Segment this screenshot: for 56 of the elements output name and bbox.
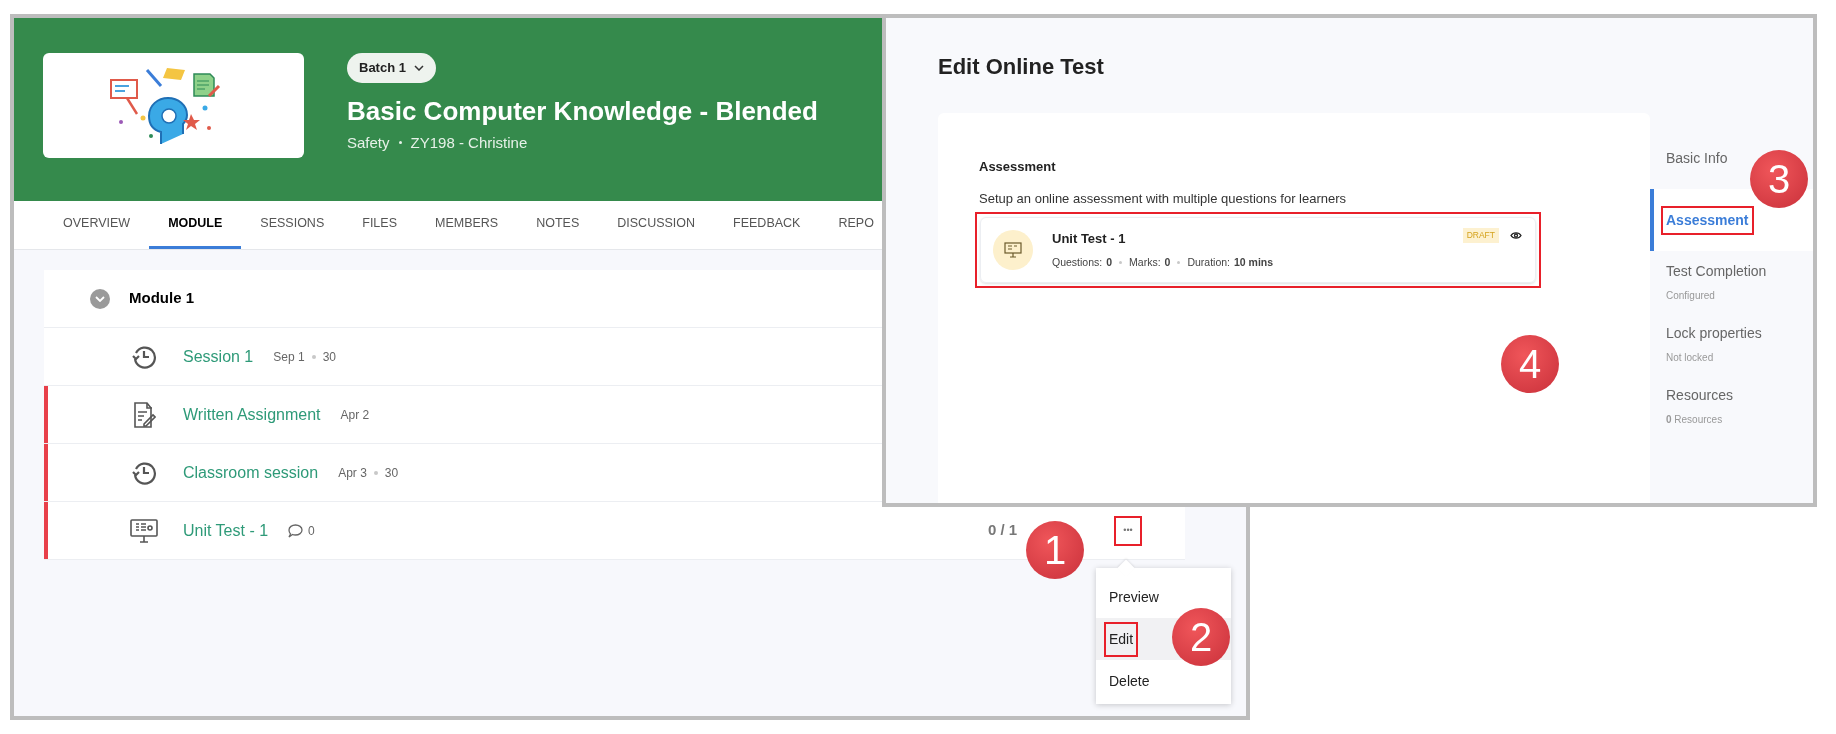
sidebar-item[interactable]: Test Completion bbox=[1666, 261, 1767, 282]
item-title-link[interactable]: Classroom session bbox=[183, 460, 319, 485]
test-stat-label: Questions: bbox=[1052, 254, 1103, 270]
course-subtitle: Safety bbox=[347, 132, 390, 153]
tab[interactable]: MEMBERS bbox=[416, 201, 518, 249]
tab[interactable]: OVERVIEW bbox=[44, 201, 150, 249]
section-title: Assessment bbox=[979, 158, 1057, 176]
more-options-button[interactable]: ••• bbox=[1114, 515, 1142, 546]
monitor-icon bbox=[130, 518, 158, 543]
tab[interactable]: REPO bbox=[819, 201, 874, 249]
tab[interactable]: NOTES bbox=[517, 201, 599, 249]
batch-dropdown[interactable]: Batch 1 bbox=[347, 53, 436, 83]
sidebar-item[interactable]: Basic Info bbox=[1666, 147, 1728, 169]
history-icon bbox=[131, 343, 157, 370]
tab[interactable]: SESSIONS bbox=[241, 201, 344, 249]
comment-icon bbox=[288, 523, 304, 538]
status-badge: DRAFT bbox=[1462, 228, 1499, 243]
monitor-badge-icon bbox=[993, 230, 1033, 270]
course-title: Basic Computer Knowledge - Blended bbox=[347, 95, 818, 128]
sidebar-detail: 0 Resources bbox=[1666, 413, 1723, 427]
test-stat-label: Duration: bbox=[1187, 254, 1230, 270]
progress-count: 0 / 1 bbox=[988, 520, 1018, 541]
history-icon bbox=[131, 459, 157, 486]
chevron-down-icon bbox=[413, 65, 424, 71]
page-title: Edit Online Test bbox=[938, 53, 1105, 81]
sidebar-item[interactable]: Lock properties bbox=[1666, 323, 1762, 344]
item-meta: Apr 3 bbox=[338, 464, 367, 482]
module-title: Module 1 bbox=[129, 288, 194, 309]
item-title-link[interactable]: Session 1 bbox=[183, 344, 254, 369]
sidebar-detail: Not locked bbox=[1666, 351, 1714, 365]
tab[interactable]: MODULE bbox=[149, 201, 242, 249]
menu-item[interactable]: Delete bbox=[1106, 665, 1153, 697]
tab[interactable]: FEEDBACK bbox=[714, 201, 820, 249]
item-meta: 30 bbox=[384, 464, 399, 482]
test-title: Unit Test - 1 bbox=[1052, 230, 1127, 249]
comment-count: 0 bbox=[308, 522, 315, 540]
test-stat-value: 0 bbox=[1164, 254, 1171, 270]
test-stat-value: 10 mins bbox=[1234, 254, 1274, 270]
eye-icon[interactable] bbox=[1510, 231, 1522, 240]
item-title-link[interactable]: Written Assignment bbox=[183, 402, 321, 427]
document-edit-icon bbox=[132, 401, 156, 428]
section-description: Setup an online assessment with multiple questions for learners bbox=[979, 189, 1348, 208]
test-card[interactable]: Unit Test - 1 Questions: 0 Marks: 0 Duration: 10 mins DRAFT bbox=[980, 217, 1536, 283]
course-subtitle: ZY198 - Christine bbox=[410, 132, 528, 153]
item-meta: 30 bbox=[322, 348, 336, 366]
test-stat-value: 0 bbox=[1106, 254, 1113, 270]
menu-item[interactable]: Preview bbox=[1106, 581, 1162, 613]
test-stat-label: Marks: bbox=[1129, 254, 1161, 270]
menu-item[interactable]: Edit bbox=[1106, 623, 1137, 655]
sidebar-detail: Configured bbox=[1666, 289, 1715, 303]
collapse-toggle-icon[interactable] bbox=[90, 288, 110, 309]
tab[interactable]: DISCUSSION bbox=[598, 201, 715, 249]
sidebar-item[interactable]: Resources bbox=[1666, 385, 1733, 406]
item-meta: Sep 1 bbox=[273, 348, 305, 366]
tab[interactable]: FILES bbox=[343, 201, 416, 249]
item-meta: Apr 2 bbox=[340, 406, 370, 424]
